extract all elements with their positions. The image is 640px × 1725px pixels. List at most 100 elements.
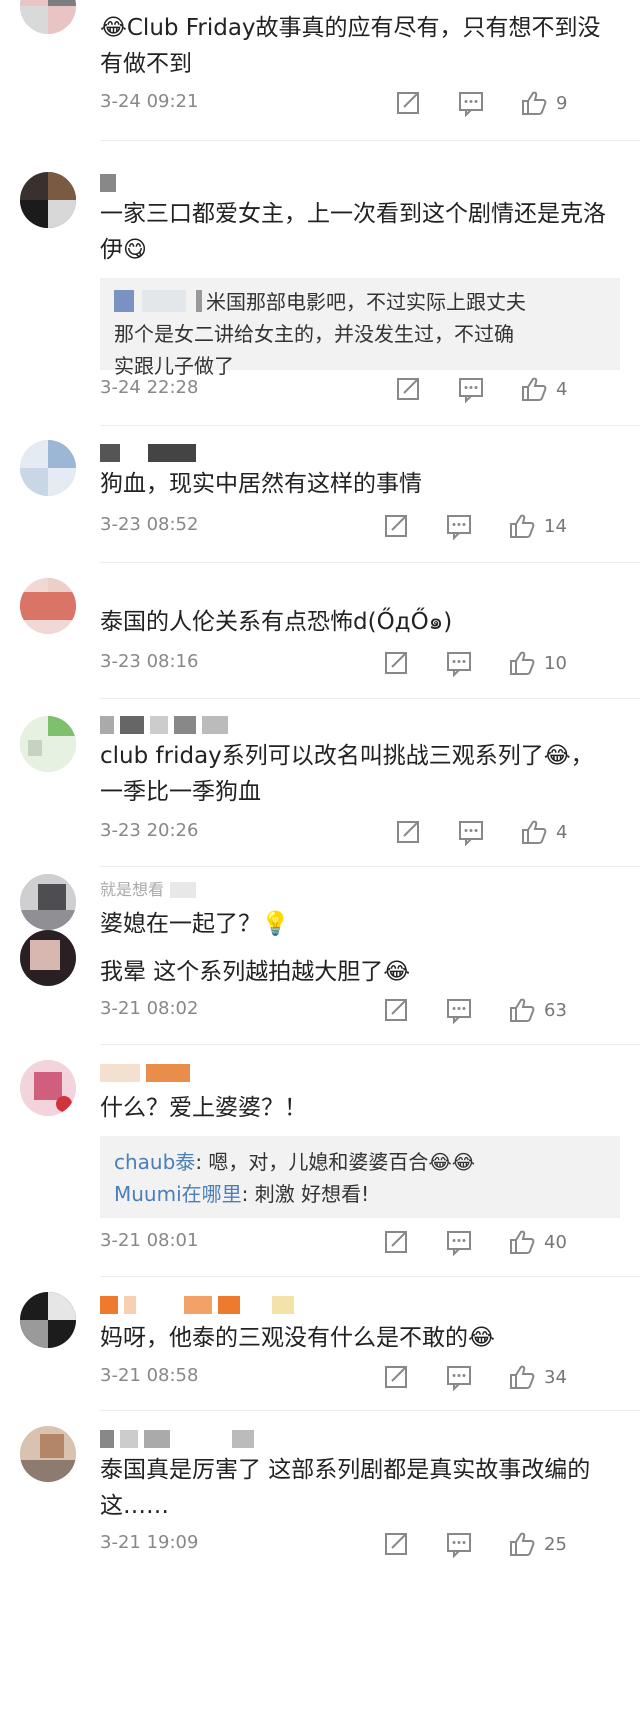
thumbs-up-icon <box>510 514 535 538</box>
share-button[interactable] <box>396 818 422 846</box>
like-button[interactable]: 10 <box>508 649 567 677</box>
share-button[interactable] <box>396 89 422 117</box>
comment-icon <box>459 821 483 845</box>
share-icon <box>385 515 407 537</box>
comment-icon <box>447 1533 471 1557</box>
share-icon <box>397 378 419 400</box>
thumbs-up-icon <box>510 1365 535 1389</box>
reply-line: Muumi在哪里: 刺激 好想看! <box>114 1178 606 1210</box>
comment-date: 3-21 08:02 <box>100 998 199 1019</box>
comment-button[interactable] <box>458 818 484 846</box>
username-blurred[interactable] <box>100 1064 190 1082</box>
comment-button[interactable] <box>458 89 484 117</box>
share-icon <box>397 92 419 114</box>
share-button[interactable] <box>384 649 410 677</box>
username-blurred[interactable] <box>100 716 228 734</box>
comment-meta: 3-23 08:16 10 <box>100 649 640 679</box>
share-button[interactable] <box>384 1228 410 1256</box>
share-icon <box>397 821 419 843</box>
comment-date: 3-24 09:21 <box>100 91 199 112</box>
share-button[interactable] <box>384 1530 410 1558</box>
like-button[interactable]: 63 <box>508 996 567 1024</box>
comment-meta: 3-21 08:01 40 <box>100 1228 640 1258</box>
share-icon <box>385 1366 407 1388</box>
share-button[interactable] <box>384 996 410 1024</box>
reply-text-line: 米国那部电影吧，不过实际上跟丈夫 <box>206 290 526 314</box>
comment-date: 3-21 08:58 <box>100 1365 199 1386</box>
comment-button[interactable] <box>446 512 472 540</box>
comment-icon <box>459 378 483 402</box>
divider <box>100 562 640 563</box>
comment-meta: 3-23 20:26 4 <box>100 818 640 848</box>
like-button[interactable]: 34 <box>508 1363 567 1391</box>
share-icon <box>385 1533 407 1555</box>
avatar[interactable] <box>20 1292 76 1348</box>
avatar[interactable] <box>20 716 76 772</box>
avatar[interactable] <box>20 172 76 228</box>
username-blurred[interactable] <box>100 444 196 462</box>
comment-button[interactable] <box>446 649 472 677</box>
avatar[interactable] <box>20 930 76 986</box>
comment-icon <box>447 652 471 676</box>
like-button[interactable]: 9 <box>520 89 567 117</box>
comment-date: 3-23 08:52 <box>100 514 199 535</box>
like-button[interactable]: 25 <box>508 1530 567 1558</box>
comment-text: 一家三口都爱女主，上一次看到这个剧情还是克洛伊😋 <box>100 201 606 263</box>
comment-meta: 3-21 08:02 63 <box>100 996 640 1026</box>
avatar[interactable] <box>20 1426 76 1482</box>
like-count: 25 <box>544 1533 567 1555</box>
comment-button[interactable] <box>458 375 484 403</box>
comment-button[interactable] <box>446 996 472 1024</box>
like-button[interactable]: 40 <box>508 1228 567 1256</box>
avatar[interactable] <box>20 0 76 34</box>
like-button[interactable]: 4 <box>520 818 567 846</box>
comment-button[interactable] <box>446 1530 472 1558</box>
thumbs-up-icon <box>510 998 535 1022</box>
like-count: 9 <box>556 92 568 114</box>
reply-username[interactable]: Muumi在哪里 <box>114 1182 242 1206</box>
like-button[interactable]: 4 <box>520 375 567 403</box>
comment-text: 什么？爱上婆婆？！ <box>100 1095 307 1121</box>
comment-text: 😂Club Friday故事真的应有尽有，只有想不到没有做不到 <box>100 15 601 77</box>
divider <box>100 1276 640 1277</box>
comment-text-2: 我晕 这个系列越拍越大胆了😂 <box>100 959 411 985</box>
avatar[interactable] <box>20 440 76 496</box>
comment-text: 婆媳在一起了？💡 <box>100 911 290 937</box>
divider <box>100 1410 640 1411</box>
reply-box[interactable]: chaub泰: 嗯，对，儿媳和婆婆百合😂😂 Muumi在哪里: 刺激 好想看! <box>100 1136 620 1218</box>
username-blurred[interactable] <box>100 1430 254 1448</box>
comment-text: 妈呀，他泰的三观没有什么是不敢的😂 <box>100 1325 495 1351</box>
avatar[interactable] <box>20 578 76 634</box>
divider <box>100 866 640 867</box>
thumbs-up-icon <box>522 91 547 115</box>
comment-date: 3-21 19:09 <box>100 1532 199 1553</box>
reply-username[interactable]: chaub泰 <box>114 1150 195 1174</box>
divider <box>100 698 640 699</box>
comment-text: 泰国的人伦关系有点恐怖d(ŐдŐ๑) <box>100 609 453 635</box>
reply-content: : 刺激 好想看! <box>241 1182 370 1206</box>
username[interactable]: 就是想看 <box>100 880 197 902</box>
comment-icon <box>447 1231 471 1255</box>
thumbs-up-icon <box>510 1230 535 1254</box>
comment-text: 狗血，现实中居然有这样的事情 <box>100 471 422 497</box>
like-count: 34 <box>544 1366 567 1388</box>
share-button[interactable] <box>396 375 422 403</box>
username-blurred[interactable] <box>100 1296 294 1314</box>
like-button[interactable]: 14 <box>508 512 567 540</box>
share-button[interactable] <box>384 512 410 540</box>
comment-icon <box>447 999 471 1023</box>
like-count: 40 <box>544 1231 567 1253</box>
reply-line: chaub泰: 嗯，对，儿媳和婆婆百合😂😂 <box>114 1146 606 1178</box>
comment-button[interactable] <box>446 1363 472 1391</box>
comment-button[interactable] <box>446 1228 472 1256</box>
reply-text-line: 那个是女二讲给女主的，并没发生过，不过确 <box>114 322 514 346</box>
comment-icon <box>459 92 483 116</box>
share-button[interactable] <box>384 1363 410 1391</box>
avatar[interactable] <box>20 1060 76 1116</box>
reply-box[interactable]: 米国那部电影吧，不过实际上跟丈夫 那个是女二讲给女主的，并没发生过，不过确 实跟… <box>100 278 620 378</box>
share-icon <box>385 652 407 674</box>
username-fragment: 就是想看 <box>100 880 165 899</box>
comment-meta: 3-23 08:52 14 <box>100 512 640 542</box>
username-blurred[interactable] <box>100 174 116 192</box>
avatar[interactable] <box>20 874 76 930</box>
